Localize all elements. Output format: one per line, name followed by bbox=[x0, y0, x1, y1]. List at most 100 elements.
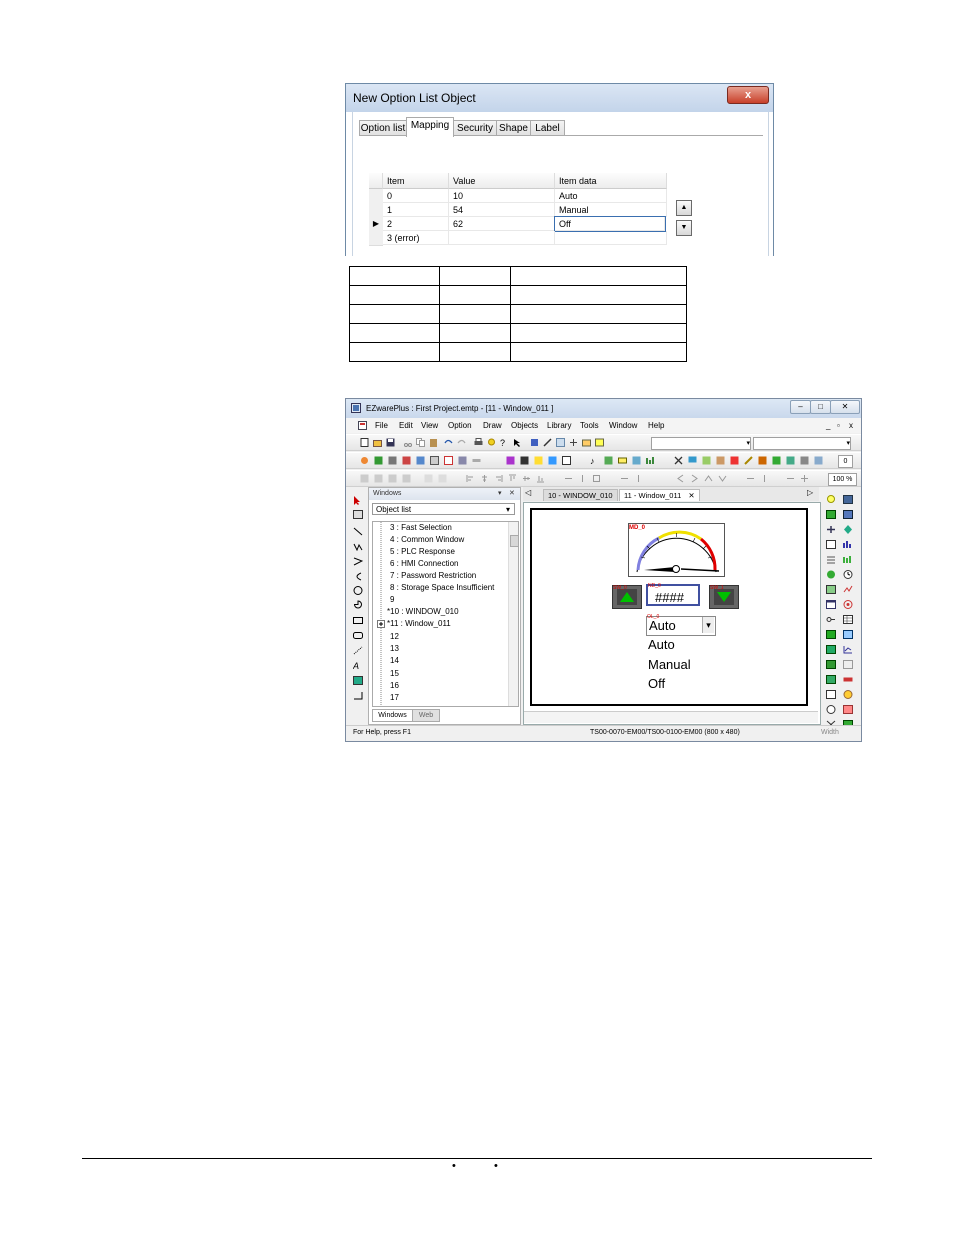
table-icon[interactable] bbox=[562, 456, 571, 465]
tree-item[interactable]: 17 bbox=[390, 693, 399, 702]
ungroup-icon[interactable] bbox=[438, 474, 447, 483]
rectangle-icon[interactable] bbox=[353, 616, 363, 625]
tab-close-icon[interactable]: ✕ bbox=[688, 491, 694, 500]
nudge-right-icon[interactable] bbox=[690, 474, 699, 483]
cell-value[interactable]: 10 bbox=[449, 189, 555, 203]
send-back-icon[interactable] bbox=[374, 474, 383, 483]
numeric-display[interactable]: #### ND_0 bbox=[646, 583, 700, 606]
redo-icon[interactable] bbox=[457, 438, 466, 447]
data-block-icon[interactable] bbox=[730, 456, 739, 465]
cell-item[interactable]: 1 bbox=[383, 203, 449, 217]
option-list-object[interactable]: Auto OL_0 ▾ bbox=[646, 614, 716, 636]
backward-icon[interactable] bbox=[402, 474, 411, 483]
cell-item-data-editing[interactable]: Off bbox=[554, 216, 666, 232]
move-icon[interactable] bbox=[604, 456, 613, 465]
grid-header-item[interactable]: Item bbox=[383, 173, 449, 189]
data-icon[interactable] bbox=[826, 645, 836, 654]
compile-icon[interactable] bbox=[530, 438, 539, 447]
menu-objects[interactable]: Objects bbox=[511, 421, 538, 430]
cell-item[interactable]: 0 bbox=[383, 189, 449, 203]
tree-item[interactable]: 7 : Password Restriction bbox=[390, 571, 476, 580]
bar-chart-icon[interactable] bbox=[843, 540, 853, 549]
menu-library[interactable]: Library bbox=[547, 421, 571, 430]
indicator-icon[interactable] bbox=[843, 675, 853, 684]
align-bottom-icon[interactable] bbox=[536, 474, 545, 483]
panel-tab-windows[interactable]: Windows bbox=[372, 709, 413, 722]
slider-icon[interactable] bbox=[472, 456, 481, 465]
window-icon[interactable] bbox=[826, 600, 836, 609]
arc-icon[interactable] bbox=[353, 572, 363, 581]
mdi-close-button[interactable]: x bbox=[849, 421, 853, 430]
pen-icon[interactable] bbox=[543, 438, 552, 447]
move-arrows-icon[interactable] bbox=[843, 525, 853, 534]
edit-pencil-icon[interactable] bbox=[744, 456, 753, 465]
backup-icon[interactable] bbox=[814, 456, 823, 465]
zoom-out-icon[interactable] bbox=[786, 474, 795, 483]
tools-icon[interactable] bbox=[674, 456, 683, 465]
menu-tools[interactable]: Tools bbox=[580, 421, 599, 430]
forward-icon[interactable] bbox=[388, 474, 397, 483]
select-arrow-icon[interactable] bbox=[353, 496, 363, 505]
row-selector[interactable] bbox=[369, 189, 383, 204]
nudge-up-icon[interactable] bbox=[704, 474, 713, 483]
row-selector[interactable] bbox=[369, 231, 383, 246]
flip-vertical-icon[interactable] bbox=[760, 474, 769, 483]
clock-icon[interactable] bbox=[843, 570, 853, 579]
align-icon[interactable] bbox=[569, 438, 578, 447]
numeric-input-icon[interactable] bbox=[826, 540, 836, 549]
row-selector[interactable] bbox=[369, 203, 383, 218]
mdi-minimize-button[interactable]: _ bbox=[826, 421, 830, 430]
target-icon[interactable] bbox=[843, 600, 853, 609]
picture-frame-icon[interactable] bbox=[843, 630, 853, 639]
same-width-icon[interactable] bbox=[564, 474, 573, 483]
tree-scrollbar[interactable] bbox=[508, 522, 518, 706]
recipe-icon[interactable] bbox=[702, 456, 711, 465]
toggle-icon[interactable] bbox=[430, 456, 439, 465]
polygon-icon[interactable] bbox=[353, 557, 363, 566]
pipe-icon[interactable] bbox=[843, 555, 853, 564]
align-right-icon[interactable] bbox=[494, 474, 503, 483]
space-horizontal-icon[interactable] bbox=[620, 474, 629, 483]
align-middle-icon[interactable] bbox=[522, 474, 531, 483]
help-pointer-icon[interactable]: ? bbox=[500, 438, 509, 447]
bar-graph-icon[interactable] bbox=[646, 456, 655, 465]
grid-header-value[interactable]: Value bbox=[449, 173, 555, 189]
cell-item[interactable]: 3 (error) bbox=[383, 231, 449, 245]
menu-draw[interactable]: Draw bbox=[483, 421, 502, 430]
tab-label[interactable]: Label bbox=[530, 120, 565, 136]
align-top-icon[interactable] bbox=[508, 474, 517, 483]
cursor-icon[interactable] bbox=[513, 438, 522, 447]
set-bit-icon[interactable] bbox=[388, 456, 397, 465]
nudge-down-icon[interactable] bbox=[718, 474, 727, 483]
tab-window-010[interactable]: 10 - WINDOW_010 bbox=[543, 489, 618, 501]
text-icon[interactable]: A bbox=[353, 661, 363, 670]
move-down-button[interactable]: ▼ bbox=[676, 220, 692, 236]
zoom-in-icon[interactable] bbox=[800, 474, 809, 483]
tab-scroll-right-icon[interactable]: ▷ bbox=[807, 488, 813, 497]
chevron-down-icon[interactable]: ▾ bbox=[702, 617, 714, 633]
bulb-icon[interactable] bbox=[487, 438, 496, 447]
tree-item[interactable]: 13 bbox=[390, 644, 399, 653]
xy-plot-icon[interactable] bbox=[843, 645, 853, 654]
function-key-icon[interactable] bbox=[416, 456, 425, 465]
down-switch[interactable]: SW_1 bbox=[709, 585, 739, 609]
cell-value[interactable]: 62 bbox=[449, 217, 555, 231]
hmi-screen[interactable]: MD_0 SW_0 #### ND_0 SW_1 Auto OL_0 ▾ Aut… bbox=[530, 508, 808, 706]
align-center-icon[interactable] bbox=[480, 474, 489, 483]
cell-item-data[interactable]: Manual bbox=[555, 203, 667, 217]
maximize-button[interactable]: □ bbox=[810, 400, 831, 414]
panel-tab-web[interactable]: Web bbox=[412, 709, 440, 722]
scale-icon[interactable] bbox=[353, 691, 363, 700]
set-word-icon[interactable] bbox=[402, 456, 411, 465]
tab-shape[interactable]: Shape bbox=[496, 120, 531, 136]
save-icon[interactable] bbox=[386, 438, 395, 447]
address-table-icon[interactable] bbox=[772, 456, 781, 465]
tree-item[interactable]: 8 : Storage Space Insufficient bbox=[390, 583, 494, 592]
alarm-icon[interactable] bbox=[534, 456, 543, 465]
tree-item[interactable]: 9 bbox=[390, 595, 394, 604]
lamp-icon[interactable] bbox=[826, 495, 836, 504]
toolbar-combo-1[interactable]: ▾ bbox=[651, 437, 751, 450]
new-icon[interactable] bbox=[360, 438, 369, 447]
rounded-rect-icon[interactable] bbox=[353, 631, 363, 640]
tree-item[interactable]: 14 bbox=[390, 656, 399, 665]
